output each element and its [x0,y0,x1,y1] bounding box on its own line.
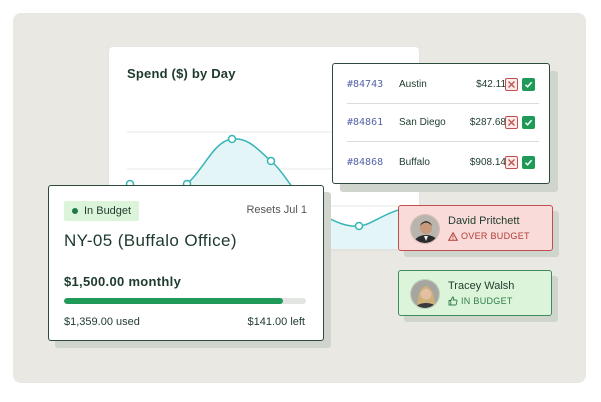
budget-amount: $1,500.00 monthly [64,274,182,289]
check-icon [524,119,533,126]
transaction-amount: $42.11 [476,79,506,90]
person-name: David Pritchett [448,215,520,227]
person-status: OVER BUDGET [448,231,530,241]
reject-button[interactable] [505,116,518,129]
close-icon [508,81,515,88]
chart-point [266,156,276,166]
budget-title: NY-05 (Buffalo Office) [64,231,237,250]
budget-status-label: In Budget [84,205,132,217]
approve-button[interactable] [522,116,535,129]
transaction-row: #84868 Buffalo $908.14 [347,143,539,181]
chart-point [354,221,364,231]
transaction-id: #84861 [347,117,384,128]
status-dot-icon [72,208,78,214]
person-card-over-budget[interactable]: David Pritchett OVER BUDGET [398,205,553,251]
thumbs-up-icon [448,296,458,306]
transaction-city: Buffalo [399,156,430,168]
avatar [410,279,440,309]
budget-card[interactable]: In Budget Resets Jul 1 NY-05 (Buffalo Of… [48,185,324,341]
person-name: Tracey Walsh [448,280,515,292]
transaction-amount: $908.14 [469,156,506,168]
budget-progress-fill [64,298,284,304]
close-icon [508,119,515,126]
transaction-city: San Diego [399,117,446,128]
transaction-row: #84861 San Diego $287.68 [347,104,539,142]
illustration-background: Spend ($) by Day #84743 Austin $42.11 #8… [13,13,586,383]
budget-remaining: $141.00 left [247,316,306,328]
approve-button[interactable] [522,155,535,169]
chart-title: Spend ($) by Day [127,66,236,81]
chart-point [227,134,237,144]
warning-triangle-icon [448,231,458,241]
transaction-row: #84743 Austin $42.11 [347,66,539,104]
check-icon [524,159,533,166]
person-status: IN BUDGET [448,296,513,306]
person-status-label: OVER BUDGET [461,231,530,241]
reject-button[interactable] [505,155,518,169]
transaction-id: #84868 [347,156,384,168]
transactions-card: #84743 Austin $42.11 #84861 San Diego $2… [332,63,550,184]
close-icon [508,158,515,166]
transaction-amount: $287.68 [469,117,506,128]
budget-used: $1,359.00 used [64,316,140,328]
person-card-in-budget[interactable]: Tracey Walsh IN BUDGET [398,270,552,316]
approve-button[interactable] [522,78,535,91]
check-icon [524,81,533,88]
budget-reset-date: Resets Jul 1 [246,204,307,216]
transaction-id: #84743 [347,79,384,90]
reject-button[interactable] [505,78,518,91]
budget-progress-bar [64,298,306,304]
transaction-city: Austin [399,79,427,90]
person-status-label: IN BUDGET [461,296,513,306]
avatar [410,214,440,244]
budget-status-badge: In Budget [64,201,140,221]
